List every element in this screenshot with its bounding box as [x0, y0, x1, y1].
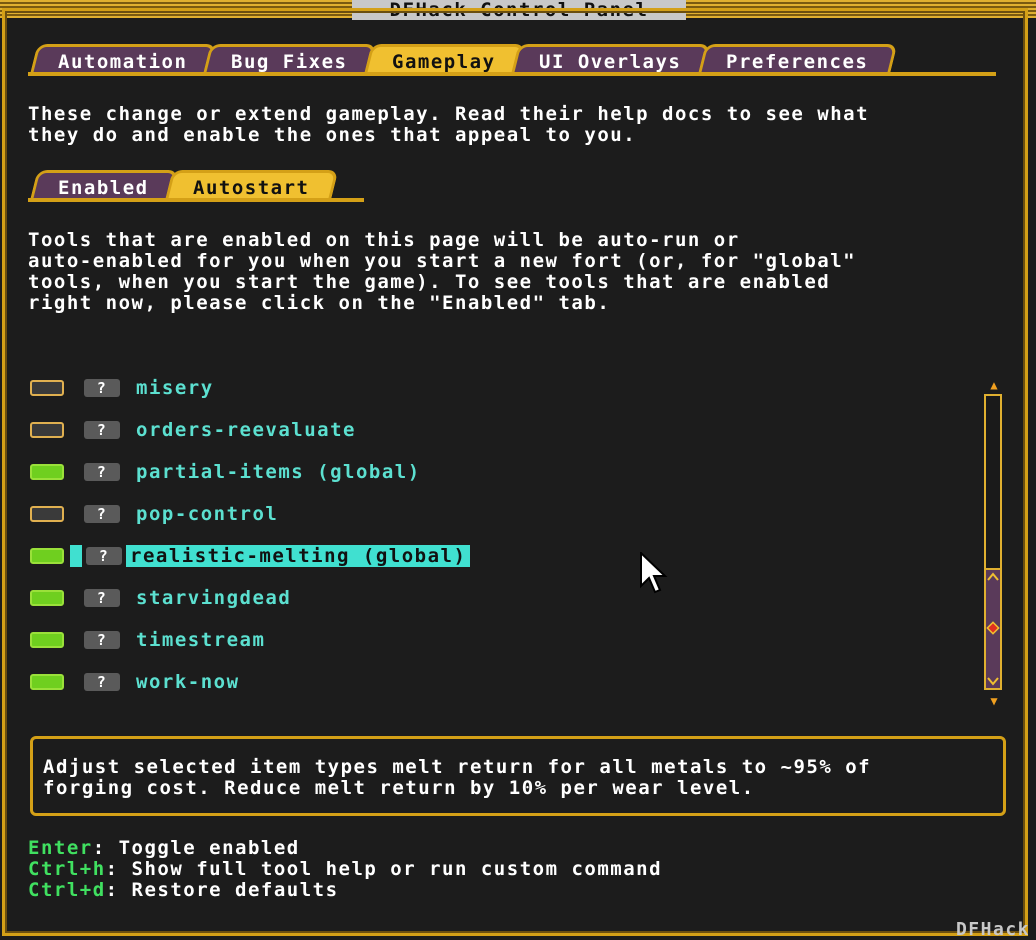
list-item-selected[interactable]: ? realistic-melting (global) [30, 543, 471, 569]
autostart-text: Tools that are enabled on this page will… [28, 229, 857, 314]
toggle-switch[interactable] [30, 464, 64, 480]
tab-enabled[interactable]: Enabled [30, 170, 179, 199]
scroll-down-arrow-icon[interactable]: ▼ [987, 695, 1001, 707]
tool-name: starvingdead [136, 587, 292, 609]
toggle-switch[interactable] [30, 548, 64, 564]
sub-tabs: Enabled Autostart [30, 170, 339, 199]
tool-name: partial-items (global) [136, 461, 421, 483]
tool-description: Adjust selected item types melt return f… [43, 756, 872, 799]
scroll-up-arrow-icon[interactable]: ▲ [987, 379, 1001, 391]
tool-description-panel: Adjust selected item types melt return f… [30, 736, 1006, 816]
tab-gameplay[interactable]: Gameplay [364, 44, 525, 73]
list-item[interactable]: ? pop-control [30, 501, 278, 527]
sub-tabs-underline [28, 198, 364, 202]
tool-name: work-now [136, 671, 240, 693]
tool-name: misery [136, 377, 214, 399]
scroll-thumb-grip-icon [986, 572, 1000, 686]
tool-name: orders-reevaluate [136, 419, 356, 441]
help-icon[interactable]: ? [84, 505, 120, 523]
help-icon[interactable]: ? [86, 547, 122, 565]
list-item[interactable]: ? misery [30, 375, 214, 401]
help-icon[interactable]: ? [84, 463, 120, 481]
hotkey-action: : Restore defaults [105, 879, 339, 901]
help-icon[interactable]: ? [84, 379, 120, 397]
toggle-switch[interactable] [30, 590, 64, 606]
tool-name: pop-control [136, 503, 279, 525]
tab-automation[interactable]: Automation [30, 44, 217, 73]
hotkey-key: Enter [28, 837, 93, 859]
selection-cursor [70, 545, 82, 567]
tool-name: realistic-melting (global) [126, 545, 471, 567]
hotkey-action: : Show full tool help or run custom comm… [105, 858, 663, 880]
hotkey-key: Ctrl+d [28, 879, 106, 901]
intro-text: These change or extend gameplay. Read th… [28, 103, 870, 146]
list-item[interactable]: ? partial-items (global) [30, 459, 421, 485]
tab-preferences[interactable]: Preferences [698, 44, 898, 73]
toggle-switch[interactable] [30, 674, 64, 690]
brand-label: DFHack [955, 919, 1030, 940]
toggle-switch[interactable] [30, 380, 64, 396]
main-tabs-underline [28, 72, 996, 76]
tool-name: timestream [136, 629, 266, 651]
toggle-switch[interactable] [30, 632, 64, 648]
help-icon[interactable]: ? [84, 631, 120, 649]
tab-bug-fixes[interactable]: Bug Fixes [203, 44, 378, 73]
help-icon[interactable]: ? [84, 673, 120, 691]
hotkey-toggle[interactable]: Enter: Toggle enabled [28, 838, 300, 859]
hotkey-restore[interactable]: Ctrl+d: Restore defaults [28, 880, 339, 901]
mouse-pointer-icon [640, 552, 668, 594]
scrollbar[interactable]: ▲ ▼ [980, 379, 1008, 710]
hotkey-action: : Toggle enabled [92, 837, 300, 859]
hotkey-help-command[interactable]: Ctrl+h: Show full tool help or run custo… [28, 859, 662, 880]
main-tabs: Automation Bug Fixes Gameplay UI Overlay… [30, 44, 898, 73]
hotkey-key: Ctrl+h [28, 858, 106, 880]
list-item[interactable]: ? orders-reevaluate [30, 417, 356, 443]
tab-autostart[interactable]: Autostart [165, 170, 339, 199]
list-item[interactable]: ? work-now [30, 669, 240, 695]
toggle-switch[interactable] [30, 506, 64, 522]
tab-ui-overlays[interactable]: UI Overlays [511, 44, 712, 73]
help-icon[interactable]: ? [84, 589, 120, 607]
list-item[interactable]: ? timestream [30, 627, 265, 653]
list-item[interactable]: ? starvingdead [30, 585, 291, 611]
toggle-switch[interactable] [30, 422, 64, 438]
scroll-thumb[interactable] [984, 568, 1002, 690]
help-icon[interactable]: ? [84, 421, 120, 439]
